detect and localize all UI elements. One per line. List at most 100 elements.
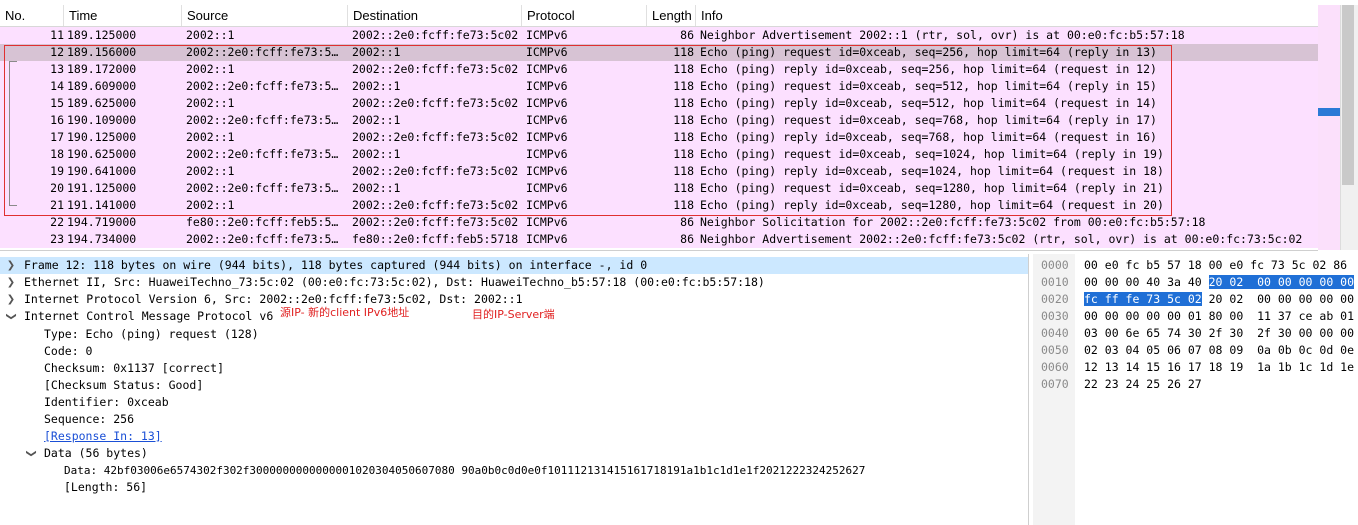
chevron-down-icon[interactable]: ❯: [23, 449, 40, 459]
cell-destination: fe80::2e0:fcff:feb5:5718: [352, 232, 519, 246]
cell-length: 118: [673, 198, 694, 212]
table-row[interactable]: 11 189.125000 2002::1 2002::2e0:fcff:fe73:5…: [0, 27, 1318, 44]
cell-length: 118: [673, 113, 694, 127]
chevron-down-icon[interactable]: ❯: [3, 312, 20, 322]
cell-source: 2002::2e0:fcff:fe73:5…: [186, 147, 339, 161]
column-header-no[interactable]: No.: [0, 5, 64, 26]
cell-time: 189.125000: [67, 28, 137, 42]
cell-no: 12: [50, 45, 64, 59]
packet-list-pane: No. Time Source Destination Protocol Len…: [0, 0, 1318, 251]
column-header-destination[interactable]: Destination: [348, 5, 522, 26]
cell-protocol: ICMPv6: [526, 28, 568, 42]
cell-time: 190.625000: [67, 147, 137, 161]
cell-info: Echo (ping) reply id=0xceab, seq=1024, h…: [700, 164, 1164, 178]
response-in-link[interactable]: [Response In: 13]: [44, 428, 162, 445]
field-checksum[interactable]: Checksum: 0x1137 [correct]: [44, 360, 224, 377]
bytes-hex: 00 00 00 40 3a 40: [1084, 275, 1209, 289]
field-sequence[interactable]: Sequence: 256: [44, 411, 134, 428]
cell-protocol: ICMPv6: [526, 232, 568, 246]
minimap-position-marker: [1318, 108, 1340, 116]
cell-time: 194.719000: [67, 215, 137, 229]
table-row[interactable]: 16 190.109000 2002::2e0:fcff:fe73:5… 2002::…: [0, 112, 1318, 129]
annotation-destination-ip: 目的IP-Server端: [472, 308, 555, 321]
conversation-bracket-line: [9, 61, 11, 205]
table-row[interactable]: 20 191.125000 2002::2e0:fcff:fe73:5… 2002::…: [0, 180, 1318, 197]
packet-rows: 11 189.125000 2002::1 2002::2e0:fcff:fe73:5…: [0, 27, 1318, 248]
table-row[interactable]: 17 190.125000 2002::1 2002::2e0:fcff:fe73:5…: [0, 129, 1318, 146]
cell-destination: 2002::1: [352, 113, 401, 127]
cell-time: 194.734000: [67, 232, 137, 246]
cell-info: Neighbor Advertisement 2002::1 (rtr, sol…: [700, 28, 1185, 42]
bytes-hex: 00 00 00 00 00 01 80 00 11 37 ce ab 01: [1084, 309, 1355, 323]
chevron-right-icon[interactable]: ❯: [6, 291, 16, 308]
cell-destination: 2002::1: [352, 79, 401, 93]
cell-info: Echo (ping) request id=0xceab, seq=1024,…: [700, 147, 1164, 161]
bytes-offset: 0060: [1041, 360, 1069, 374]
column-header-length[interactable]: Length: [647, 5, 696, 26]
bytes-hex: 20 02 00 00 00 00 00: [1201, 292, 1355, 306]
packet-minimap[interactable]: [1318, 5, 1340, 250]
table-row[interactable]: 21 191.141000 2002::1 2002::2e0:fcff:fe73:5…: [0, 197, 1318, 214]
bytes-hex-highlighted: fc ff fe 73 5c 02: [1084, 292, 1202, 306]
table-row[interactable]: 23 194.734000 2002::2e0:fcff:fe73:5… fe80::…: [0, 231, 1318, 248]
cell-protocol: ICMPv6: [526, 215, 568, 229]
cell-protocol: ICMPv6: [526, 45, 568, 59]
column-header-source[interactable]: Source: [182, 5, 348, 26]
chevron-right-icon[interactable]: ❯: [6, 257, 16, 274]
field-data[interactable]: Data: 42bf03006e6574302f302f300000000000…: [64, 462, 865, 479]
packet-list-header: No. Time Source Destination Protocol Len…: [0, 5, 1318, 27]
table-row[interactable]: 13 189.172000 2002::1 2002::2e0:fcff:fe73:5…: [0, 61, 1318, 78]
column-header-time[interactable]: Time: [64, 5, 182, 26]
cell-destination: 2002::1: [352, 147, 401, 161]
cell-time: 190.109000: [67, 113, 137, 127]
field-type[interactable]: Type: Echo (ping) request (128): [44, 326, 259, 343]
packet-list-scrollbar[interactable]: [1318, 5, 1358, 250]
bytes-hex: 12 13 14 15 16 17 18 19 1a 1b 1c 1d 1e: [1084, 360, 1355, 374]
cell-info: Echo (ping) request id=0xceab, seq=1280,…: [700, 181, 1164, 195]
conversation-bracket-bottom: [9, 205, 17, 206]
column-header-protocol[interactable]: Protocol: [522, 5, 647, 26]
bytes-offset: 0070: [1041, 377, 1069, 391]
cell-destination: 2002::2e0:fcff:fe73:5c02: [352, 28, 519, 42]
field-identifier[interactable]: Identifier: 0xceab: [44, 394, 169, 411]
cell-time: 189.156000: [67, 45, 137, 59]
cell-destination: 2002::2e0:fcff:fe73:5c02: [352, 96, 519, 110]
cell-protocol: ICMPv6: [526, 79, 568, 93]
table-row[interactable]: 14 189.609000 2002::2e0:fcff:fe73:5… 2002::…: [0, 78, 1318, 95]
cell-protocol: ICMPv6: [526, 96, 568, 110]
cell-info: Echo (ping) request id=0xceab, seq=512, …: [700, 79, 1157, 93]
tree-item-label: Frame 12: 118 bytes on wire (944 bits), …: [24, 258, 648, 272]
cell-destination: 2002::2e0:fcff:fe73:5c02: [352, 215, 519, 229]
cell-source: 2002::1: [186, 164, 235, 178]
cell-info: Echo (ping) reply id=0xceab, seq=256, ho…: [700, 62, 1157, 76]
field-code[interactable]: Code: 0: [44, 343, 92, 360]
cell-destination: 2002::1: [352, 45, 401, 59]
cell-source: 2002::1: [186, 198, 235, 212]
tree-item-label: Data (56 bytes): [44, 446, 148, 460]
table-row[interactable]: 18 190.625000 2002::2e0:fcff:fe73:5… 2002::…: [0, 146, 1318, 163]
cell-protocol: ICMPv6: [526, 181, 568, 195]
bytes-offset: 0010: [1041, 275, 1069, 289]
cell-time: 190.125000: [67, 130, 137, 144]
table-row[interactable]: 19 190.641000 2002::1 2002::2e0:fcff:fe73:5…: [0, 163, 1318, 180]
chevron-right-icon[interactable]: ❯: [6, 274, 16, 291]
cell-protocol: ICMPv6: [526, 130, 568, 144]
cell-info: Echo (ping) reply id=0xceab, seq=768, ho…: [700, 130, 1157, 144]
table-row[interactable]: 15 189.625000 2002::1 2002::2e0:fcff:fe73:5…: [0, 95, 1318, 112]
cell-length: 86: [680, 232, 694, 246]
field-data-length[interactable]: [Length: 56]: [64, 479, 147, 496]
table-row[interactable]: 22 194.719000 fe80::2e0:fcff:feb5:5… 2002::…: [0, 214, 1318, 231]
cell-length: 86: [680, 28, 694, 42]
tree-item-frame[interactable]: ❯ Frame 12: 118 bytes on wire (944 bits)…: [0, 257, 1028, 274]
tree-item-label: Internet Protocol Version 6, Src: 2002::…: [24, 292, 523, 306]
tree-item-label: Internet Control Message Protocol v6: [24, 309, 274, 323]
cell-info: Echo (ping) request id=0xceab, seq=768, …: [700, 113, 1157, 127]
column-header-info[interactable]: Info: [696, 5, 1318, 26]
cell-source: fe80::2e0:fcff:feb5:5…: [186, 215, 339, 229]
field-checksum-status[interactable]: [Checksum Status: Good]: [44, 377, 203, 394]
bytes-hex: 02 03 04 05 06 07 08 09 0a 0b 0c 0d 0e: [1084, 343, 1355, 357]
cell-length: 118: [673, 45, 694, 59]
scrollbar-thumb[interactable]: [1342, 5, 1354, 185]
cell-source: 2002::2e0:fcff:fe73:5…: [186, 113, 339, 127]
table-row-selected[interactable]: 12 189.156000 2002::2e0:fcff:fe73:5… 2002::…: [0, 44, 1318, 61]
